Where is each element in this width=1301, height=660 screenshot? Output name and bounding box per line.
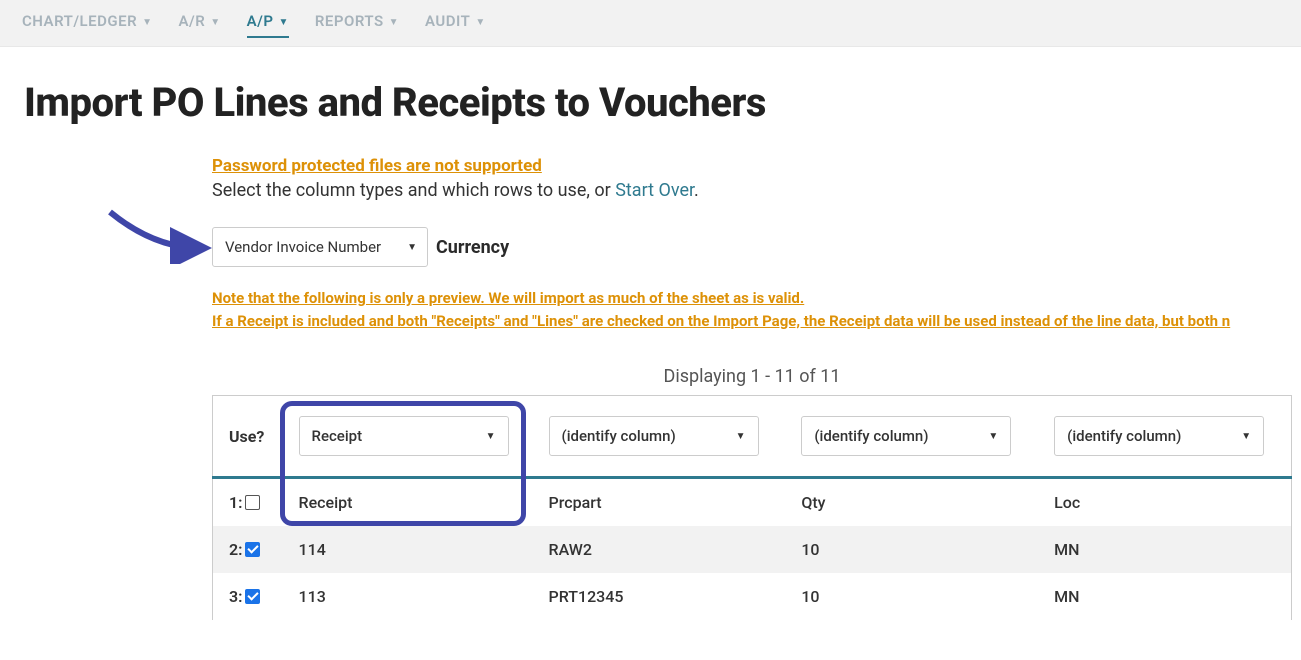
table-row: 1: Receipt Prcpart Qty Loc (213, 478, 1292, 527)
table-row: 2: 114 RAW2 10 MN (213, 526, 1292, 573)
cell: 10 (785, 573, 1038, 620)
column-type-select-0[interactable]: Receipt ▼ (299, 416, 509, 456)
chevron-down-icon: ▼ (1241, 431, 1251, 442)
content-area: Password protected files are not support… (212, 156, 1277, 620)
cell: 10 (785, 526, 1038, 573)
cell: Loc (1038, 478, 1291, 527)
nav-ap[interactable]: A/P ▼ (247, 8, 289, 38)
row-use-checkbox[interactable] (245, 542, 260, 557)
cell: MN (1038, 526, 1291, 573)
top-nav: CHART/LEDGER ▼ A/R ▼ A/P ▼ REPORTS ▼ AUD… (0, 0, 1301, 47)
page-title: Import PO Lines and Receipts to Vouchers (24, 79, 1277, 126)
currency-label: Currency (436, 237, 509, 258)
nav-reports[interactable]: REPORTS ▼ (315, 8, 399, 38)
password-warning-link[interactable]: Password protected files are not support… (212, 156, 542, 176)
preview-notes: Note that the following is only a previe… (212, 287, 1277, 332)
cell: RAW2 (533, 526, 786, 573)
chevron-down-icon: ▼ (386, 17, 399, 28)
cell: 114 (283, 526, 533, 573)
nav-audit[interactable]: AUDIT ▼ (425, 8, 486, 38)
instruction-text: Select the column types and which rows t… (212, 180, 1277, 201)
row-use-checkbox[interactable] (245, 495, 260, 510)
row-index-use[interactable]: 2: (229, 540, 260, 559)
cell: MN (1038, 573, 1291, 620)
column-type-select-3[interactable]: (identify column) ▼ (1054, 416, 1264, 456)
column-type-select-1[interactable]: (identify column) ▼ (549, 416, 759, 456)
cell: Prcpart (533, 478, 786, 527)
chevron-down-icon: ▼ (407, 242, 417, 253)
row-use-checkbox[interactable] (245, 589, 260, 604)
chevron-down-icon: ▼ (472, 17, 485, 28)
chevron-down-icon: ▼ (275, 17, 288, 28)
chevron-down-icon: ▼ (139, 17, 152, 28)
chevron-down-icon: ▼ (207, 17, 220, 28)
display-count: Displaying 1 - 11 of 11 (212, 366, 1292, 387)
cell: 113 (283, 573, 533, 620)
cell: PRT12345 (533, 573, 786, 620)
nav-ar[interactable]: A/R ▼ (179, 8, 221, 38)
preview-table: Use? Receipt ▼ (identify column) ▼ (212, 395, 1292, 620)
start-over-link[interactable]: Start Over (615, 180, 694, 201)
top-column-select[interactable]: Vendor Invoice Number ▼ (212, 227, 428, 267)
column-type-select-2[interactable]: (identify column) ▼ (801, 416, 1011, 456)
col-header-use: Use? (213, 396, 283, 478)
cell: Receipt (283, 478, 533, 527)
table-row: 3: 113 PRT12345 10 MN (213, 573, 1292, 620)
nav-chart-ledger[interactable]: CHART/LEDGER ▼ (22, 8, 153, 38)
chevron-down-icon: ▼ (486, 431, 496, 442)
chevron-down-icon: ▼ (736, 431, 746, 442)
row-index-use[interactable]: 1: (229, 493, 260, 512)
chevron-down-icon: ▼ (988, 431, 998, 442)
row-index-use[interactable]: 3: (229, 587, 260, 606)
annotation-arrow-icon (104, 204, 212, 264)
cell: Qty (785, 478, 1038, 527)
